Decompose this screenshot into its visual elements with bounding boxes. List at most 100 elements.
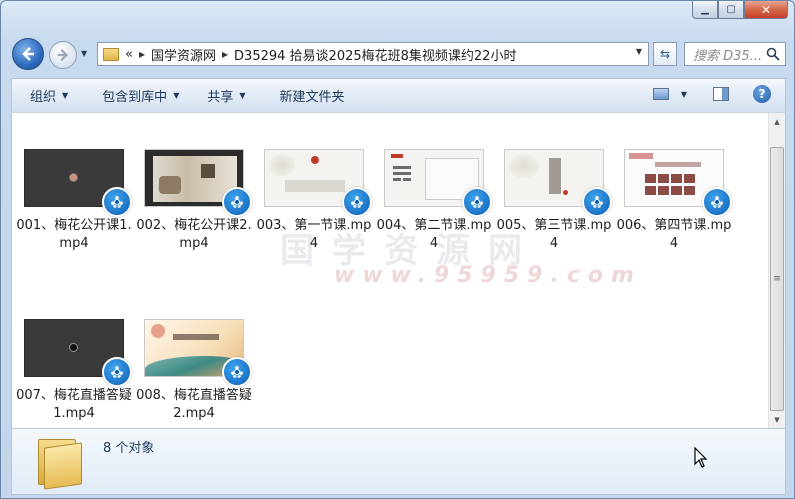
folder-icon	[38, 435, 82, 490]
refresh-icon: ⇆	[659, 47, 671, 61]
address-bar[interactable]: « ▸ 国学资源网 ▸ D35294 拾易谈2025梅花班8集视频课约22小时 …	[97, 42, 649, 66]
breadcrumb-item-current[interactable]: D35294 拾易谈2025梅花班8集视频课约22小时	[234, 45, 516, 64]
file-list[interactable]: 国学资源网 www.95959.com 001、梅花公开课1.mp4 002、梅…	[11, 112, 786, 429]
thumbnail-cell	[684, 174, 695, 183]
refresh-button[interactable]: ⇆	[653, 42, 677, 66]
recent-pages-dropdown[interactable]: ▼	[81, 49, 87, 58]
preview-pane-icon[interactable]	[713, 87, 729, 101]
file-name: 003、第一节课.mp4	[256, 218, 372, 251]
watermark-url: www.95959.com	[334, 263, 642, 288]
view-controls: ▼ ?	[652, 85, 771, 103]
include-in-library-menu[interactable]: 包含到库中 ▼	[102, 86, 179, 105]
thumbnail-cell	[671, 186, 682, 195]
organize-label: 组织	[30, 90, 57, 105]
search-placeholder: 搜索 D35...	[693, 48, 763, 64]
thumbnail-title	[629, 153, 653, 159]
new-folder-button[interactable]: 新建文件夹	[280, 86, 345, 105]
thumbnail-ink	[269, 154, 295, 176]
chevron-down-icon: ▼	[173, 91, 180, 100]
back-arrow-icon	[22, 47, 34, 61]
thumbnail-glyph	[201, 164, 215, 178]
video-player-badge-icon	[102, 187, 132, 217]
file-name: 008、梅花直播答疑2.mp4	[136, 388, 252, 421]
file-item[interactable]: 007、梅花直播答疑1.mp4	[16, 319, 132, 423]
chevron-down-icon: ▼	[239, 91, 246, 100]
forward-button[interactable]	[49, 41, 77, 69]
thumbnail-cell	[658, 174, 669, 183]
view-options-chevron-icon[interactable]: ▼	[681, 90, 687, 99]
video-player-badge-icon	[462, 187, 492, 217]
breadcrumb-item-root[interactable]: 国学资源网	[151, 45, 216, 64]
file-name: 005、第三节课.mp4	[496, 218, 612, 251]
details-pane: 8 个对象	[11, 429, 786, 495]
thumbnail-cell	[645, 186, 656, 195]
file-item[interactable]: 001、梅花公开课1.mp4	[16, 149, 132, 253]
thumbnail-dot	[69, 173, 78, 182]
thumbnail-trigram	[403, 178, 411, 181]
help-icon[interactable]: ?	[753, 85, 771, 103]
mouse-pointer-icon	[694, 447, 708, 468]
thumbnail-cell	[658, 186, 669, 195]
thumbnail-trigram	[393, 178, 401, 181]
thumbnail-trigram	[393, 172, 411, 175]
thumbnail-trigram	[393, 166, 411, 169]
file-name: 006、第四节课.mp4	[616, 218, 732, 251]
change-view-icon[interactable]	[652, 88, 669, 100]
maximize-button[interactable]: ▢	[718, 1, 744, 19]
include-library-label: 包含到库中	[102, 90, 168, 105]
video-player-badge-icon	[582, 187, 612, 217]
share-menu[interactable]: 共享 ▼	[207, 86, 245, 105]
video-player-badge-icon	[342, 187, 372, 217]
thumbnail-seal	[311, 156, 319, 164]
vertical-scrollbar[interactable]: ▲ ≡ ▼	[768, 113, 785, 428]
video-player-badge-icon	[222, 187, 252, 217]
folder-front	[44, 442, 82, 490]
video-player-badge-icon	[102, 357, 132, 387]
thumbnail-cell	[671, 174, 682, 183]
close-button[interactable]: ✕	[744, 1, 788, 19]
file-name: 004、第二节课.mp4	[376, 218, 492, 251]
breadcrumb-separator-icon[interactable]: ▸	[139, 47, 145, 61]
thumbnail-title	[173, 334, 219, 340]
file-item[interactable]: 002、梅花公开课2.mp4	[136, 149, 252, 253]
thumbnail-heading	[655, 162, 701, 167]
thumbnail-dot	[69, 343, 78, 352]
organize-menu[interactable]: 组织 ▼	[30, 86, 68, 105]
folder-icon	[103, 47, 119, 61]
thumbnail-figure	[159, 176, 181, 194]
explorer-window: ▁ ▢ ✕ ▼ « ▸ 国学资源网 ▸ D35294 拾易谈2025梅花班8集视…	[0, 0, 795, 499]
file-name: 001、梅花公开课1.mp4	[16, 218, 132, 251]
search-icon[interactable]	[766, 47, 780, 61]
scroll-thumb[interactable]: ≡	[770, 147, 784, 411]
scroll-up-icon[interactable]: ▲	[769, 113, 785, 130]
thumbnail-sun	[151, 324, 165, 338]
forward-arrow-icon	[57, 48, 69, 62]
minimize-button[interactable]: ▁	[692, 1, 718, 19]
address-dropdown-icon[interactable]: ▼	[636, 47, 642, 56]
command-bar: 组织 ▼ 包含到库中 ▼ 共享 ▼ 新建文件夹 ▼ ?	[11, 78, 786, 112]
breadcrumb-separator-icon[interactable]: ▸	[222, 47, 228, 61]
file-item[interactable]: 004、第二节课.mp4	[376, 149, 492, 253]
back-button[interactable]	[12, 38, 44, 70]
file-item[interactable]: 005、第三节课.mp4	[496, 149, 612, 253]
search-input[interactable]: 搜索 D35...	[684, 42, 786, 66]
share-label: 共享	[207, 90, 234, 105]
file-name: 007、梅花直播答疑1.mp4	[16, 388, 132, 421]
thumbnail-cell	[684, 186, 695, 195]
thumbnail-cell	[645, 174, 656, 183]
item-count: 8 个对象	[103, 441, 155, 456]
thumbnail-title-block	[285, 180, 345, 192]
new-folder-label: 新建文件夹	[279, 90, 345, 105]
file-item[interactable]: 008、梅花直播答疑2.mp4	[136, 319, 252, 423]
address-overflow-chevron[interactable]: «	[125, 47, 133, 62]
video-player-badge-icon	[702, 187, 732, 217]
video-player-badge-icon	[222, 357, 252, 387]
file-item[interactable]: 003、第一节课.mp4	[256, 149, 372, 253]
chevron-down-icon: ▼	[62, 91, 69, 100]
navigation-bar: ▼ « ▸ 国学资源网 ▸ D35294 拾易谈2025梅花班8集视频课约22小…	[1, 35, 795, 73]
scroll-down-icon[interactable]: ▼	[769, 411, 785, 428]
thumbnail-calligraphy	[549, 158, 561, 194]
thumbnail-logo	[391, 154, 403, 158]
file-item[interactable]: 006、第四节课.mp4	[616, 149, 732, 253]
file-name: 002、梅花公开课2.mp4	[136, 218, 252, 251]
